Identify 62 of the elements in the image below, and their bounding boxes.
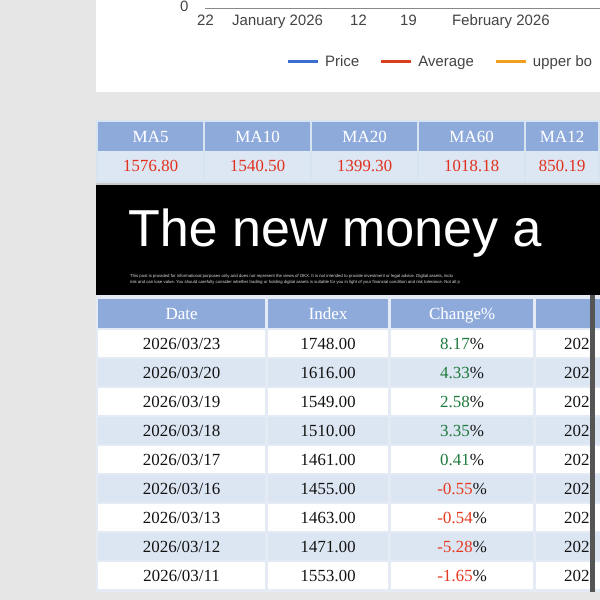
column-header: Date <box>98 299 265 328</box>
column-header <box>536 299 600 328</box>
table-cell: 0.41% <box>391 446 533 473</box>
scroll-bar[interactable] <box>590 295 595 592</box>
table-cell: 2.58% <box>391 388 533 415</box>
column-header: MA10 <box>205 122 310 151</box>
table-cell: 850.19 <box>526 151 598 181</box>
table-cell: -1.65% <box>391 562 533 589</box>
table-cell: 202 <box>536 446 600 473</box>
axis-tick-label: 19 <box>400 12 417 30</box>
table-cell: 202 <box>536 359 600 386</box>
axis-tick-label: 22 <box>197 12 214 30</box>
legend-label: Price <box>325 53 360 70</box>
table-cell: 1455.00 <box>268 475 388 502</box>
axis-tick-label: January 2026 <box>232 12 323 30</box>
table-cell: 202 <box>536 417 600 444</box>
table-cell: 1616.00 <box>268 359 388 386</box>
table-cell: 202 <box>536 330 600 357</box>
table-cell: 1553.00 <box>268 562 388 589</box>
table-cell: 2026/03/18 <box>98 417 265 444</box>
table-cell: 1471.00 <box>268 533 388 560</box>
column-header: MA20 <box>312 122 417 151</box>
ad-banner[interactable] <box>96 183 600 295</box>
table-cell: 202 <box>536 562 600 589</box>
table-cell: 1576.80 <box>98 151 203 181</box>
table-cell: 2026/03/23 <box>98 330 265 357</box>
table-cell: -0.55% <box>391 475 533 502</box>
table-cell: 2026/03/20 <box>98 359 265 386</box>
axis-tick-label: February 2026 <box>452 12 550 30</box>
table-cell: 2026/03/13 <box>98 504 265 531</box>
banner-headline: The new money a <box>128 199 542 260</box>
table-cell: 1461.00 <box>268 446 388 473</box>
table-cell: 1399.30 <box>312 151 417 181</box>
table-cell: 3.35% <box>391 417 533 444</box>
axis-tick-label: 12 <box>350 12 367 30</box>
table-cell: 202 <box>536 388 600 415</box>
table-cell: 202 <box>536 533 600 560</box>
axis-tick-label: 0 <box>180 0 188 13</box>
table-cell: 1510.00 <box>268 417 388 444</box>
column-header: Change% <box>391 299 533 328</box>
table-cell: 1540.50 <box>205 151 310 181</box>
table-cell: 1018.18 <box>419 151 524 181</box>
column-header: MA12 <box>526 122 598 151</box>
table-cell: -0.54% <box>391 504 533 531</box>
column-header: Index <box>268 299 388 328</box>
legend-label: Average <box>418 53 474 70</box>
table-cell: -5.28% <box>391 533 533 560</box>
legend-label: upper bo <box>532 53 592 70</box>
table-cell: 4.33% <box>391 359 533 386</box>
table-cell: 2026/03/17 <box>98 446 265 473</box>
table-cell: 1748.00 <box>268 330 388 357</box>
table-cell: 202 <box>536 475 600 502</box>
table-cell: 2026/03/19 <box>98 388 265 415</box>
column-header: MA60 <box>419 122 524 151</box>
table-cell: 2026/03/11 <box>98 562 265 589</box>
table-cell: 8.17% <box>391 330 533 357</box>
table-cell: 1549.00 <box>268 388 388 415</box>
table-cell: 202 <box>536 504 600 531</box>
column-header: MA5 <box>98 122 203 151</box>
table-cell: 2026/03/16 <box>98 475 265 502</box>
table-cell: 1463.00 <box>268 504 388 531</box>
table-cell: 2026/03/12 <box>98 533 265 560</box>
